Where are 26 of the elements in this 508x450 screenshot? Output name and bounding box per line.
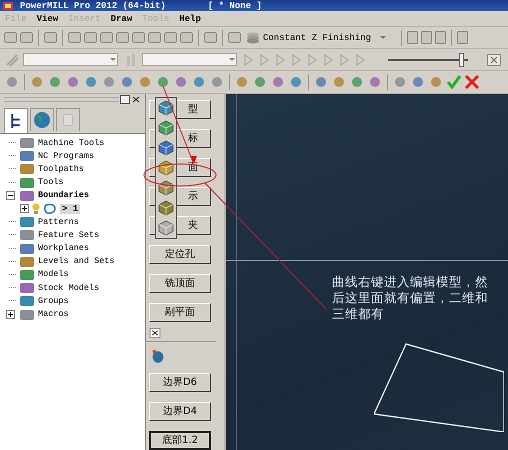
tree-item[interactable]: Patterns bbox=[38, 216, 79, 227]
tree-item[interactable]: Macros bbox=[38, 309, 69, 320]
window-title: PowerMILL Pro 2012 (64-bit) bbox=[20, 0, 166, 10]
macro-button[interactable]: 剐平面 bbox=[149, 302, 211, 322]
macro-button[interactable]: 底部1.2 bbox=[149, 430, 211, 450]
menu-item[interactable]: Draw bbox=[110, 14, 132, 24]
tree-item[interactable]: Tools bbox=[38, 177, 64, 188]
tree-item[interactable]: Boundaries bbox=[38, 190, 90, 200]
macro-button[interactable]: 铣顶面 bbox=[149, 274, 211, 293]
tree-item[interactable]: Machine Tools bbox=[38, 138, 104, 148]
tree-item[interactable]: Feature Sets bbox=[38, 230, 100, 240]
macro-button[interactable]: 边界D6 bbox=[149, 372, 211, 392]
tree-item[interactable]: Models bbox=[38, 269, 69, 280]
tree-item[interactable]: Toolpaths bbox=[38, 164, 84, 174]
tree-item[interactable]: Groups bbox=[38, 296, 69, 306]
macro-button[interactable]: 定位孔 bbox=[149, 244, 211, 264]
tree-item[interactable]: > 1 bbox=[60, 204, 80, 214]
tree-item[interactable]: Levels and Sets bbox=[38, 256, 115, 266]
document-name: [ * None ] bbox=[208, 0, 262, 10]
macro-button[interactable]: 边界D4 bbox=[149, 402, 211, 421]
annotation-text: 曲线右键进入编辑模型，然后这里面就有偏置，二维和三维都有 bbox=[332, 274, 489, 322]
tree-item[interactable]: Stock Models bbox=[38, 282, 100, 293]
tree-item[interactable]: Workplanes bbox=[38, 243, 90, 254]
menu-item[interactable]: Help bbox=[179, 14, 201, 24]
tree-item[interactable]: NC Programs bbox=[38, 150, 94, 161]
menu-item[interactable]: View bbox=[36, 14, 58, 24]
